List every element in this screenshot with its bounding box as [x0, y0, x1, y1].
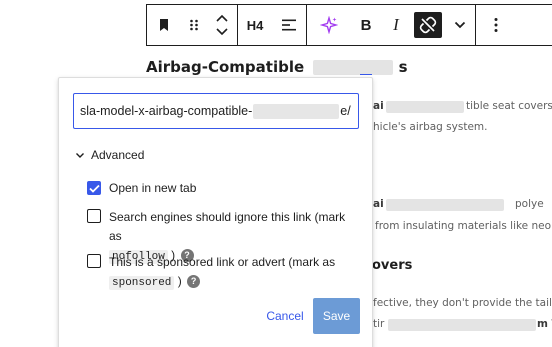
more-formatting-button[interactable]: [445, 5, 475, 45]
paragraph-text: tir: [373, 318, 385, 330]
help-icon[interactable]: ?: [187, 275, 201, 289]
ai-assistant-button[interactable]: [307, 5, 351, 45]
advanced-label: Advanced: [91, 148, 145, 162]
format-controls-group: B I: [307, 5, 476, 45]
redacted-text: [313, 60, 394, 75]
redacted-text: [386, 101, 464, 113]
heading-2-text: overs: [372, 258, 413, 273]
heading-controls-group: H4: [238, 5, 307, 45]
unlink-icon: [419, 16, 437, 34]
url-text-start: sla-model-x-airbag-compatible-: [80, 104, 253, 118]
heading-text: Airbag-Compatible: [146, 58, 305, 76]
link-settings-popover: sla-model-x-airbag-compatible- e/ Advanc…: [58, 77, 373, 347]
paragraph-text: polye: [515, 198, 544, 210]
sponsored-option: This is a sponsored link or advert (mark…: [87, 253, 357, 293]
block-options-button[interactable]: [476, 5, 516, 45]
paragraph-text: ai: [373, 198, 384, 210]
heading-level-button[interactable]: H4: [238, 5, 272, 45]
sponsored-code: sponsored: [109, 276, 175, 290]
cancel-button[interactable]: Cancel: [259, 298, 311, 334]
chevron-down-icon: [454, 21, 466, 29]
link-underline: [360, 74, 372, 75]
sponsored-checkbox[interactable]: [87, 254, 101, 268]
move-block-button[interactable]: [207, 5, 237, 45]
advanced-toggle[interactable]: Advanced: [75, 148, 144, 162]
heading-link-text[interactable]: s: [399, 58, 408, 76]
paragraph-text: fective, they don't provide the tailo: [373, 297, 552, 309]
paragraph-text: hicle's airbag system.: [373, 121, 488, 133]
block-controls-group: [147, 5, 238, 45]
paragraph-text: m T: [537, 318, 552, 330]
sponsored-label[interactable]: This is a sponsored link or advert (mark…: [109, 255, 335, 269]
open-new-tab-option: Open in new tab: [87, 180, 196, 197]
chevron-down-icon: [75, 148, 85, 162]
paragraph-text: ai: [373, 100, 384, 112]
drag-handle-icon: [189, 18, 199, 32]
sparkle-ai-icon: [320, 16, 338, 34]
redacted-url-text: [253, 103, 340, 119]
link-url-input[interactable]: sla-model-x-airbag-compatible- e/: [73, 93, 359, 129]
bookmark-icon: [157, 18, 171, 32]
open-new-tab-label[interactable]: Open in new tab: [109, 180, 196, 197]
drag-handle-button[interactable]: [181, 5, 207, 45]
block-type-button[interactable]: [147, 5, 181, 45]
redacted-text: [388, 319, 536, 331]
url-text-end: e/: [340, 104, 351, 118]
italic-button[interactable]: I: [381, 5, 411, 45]
align-button[interactable]: [272, 5, 306, 45]
unlink-button[interactable]: [411, 5, 445, 45]
paragraph-text: tible seat covers. I: [466, 100, 552, 112]
move-up-down-icon: [215, 14, 229, 36]
more-vertical-icon: [494, 17, 498, 33]
open-new-tab-checkbox[interactable]: [87, 181, 101, 195]
save-button[interactable]: Save: [313, 298, 360, 334]
options-group: [476, 5, 516, 45]
bold-button[interactable]: B: [351, 5, 381, 45]
nofollow-label[interactable]: Search engines should ignore this link (…: [109, 210, 345, 243]
redacted-text: [386, 199, 504, 211]
align-left-icon: [281, 18, 297, 32]
paragraph-text: from insulating materials like neo: [375, 220, 552, 232]
nofollow-checkbox[interactable]: [87, 209, 101, 223]
sponsored-label-wrap: This is a sponsored link or advert (mark…: [109, 253, 335, 293]
sponsored-close-paren: ): [177, 274, 182, 288]
block-toolbar: H4 B I: [146, 4, 552, 46]
